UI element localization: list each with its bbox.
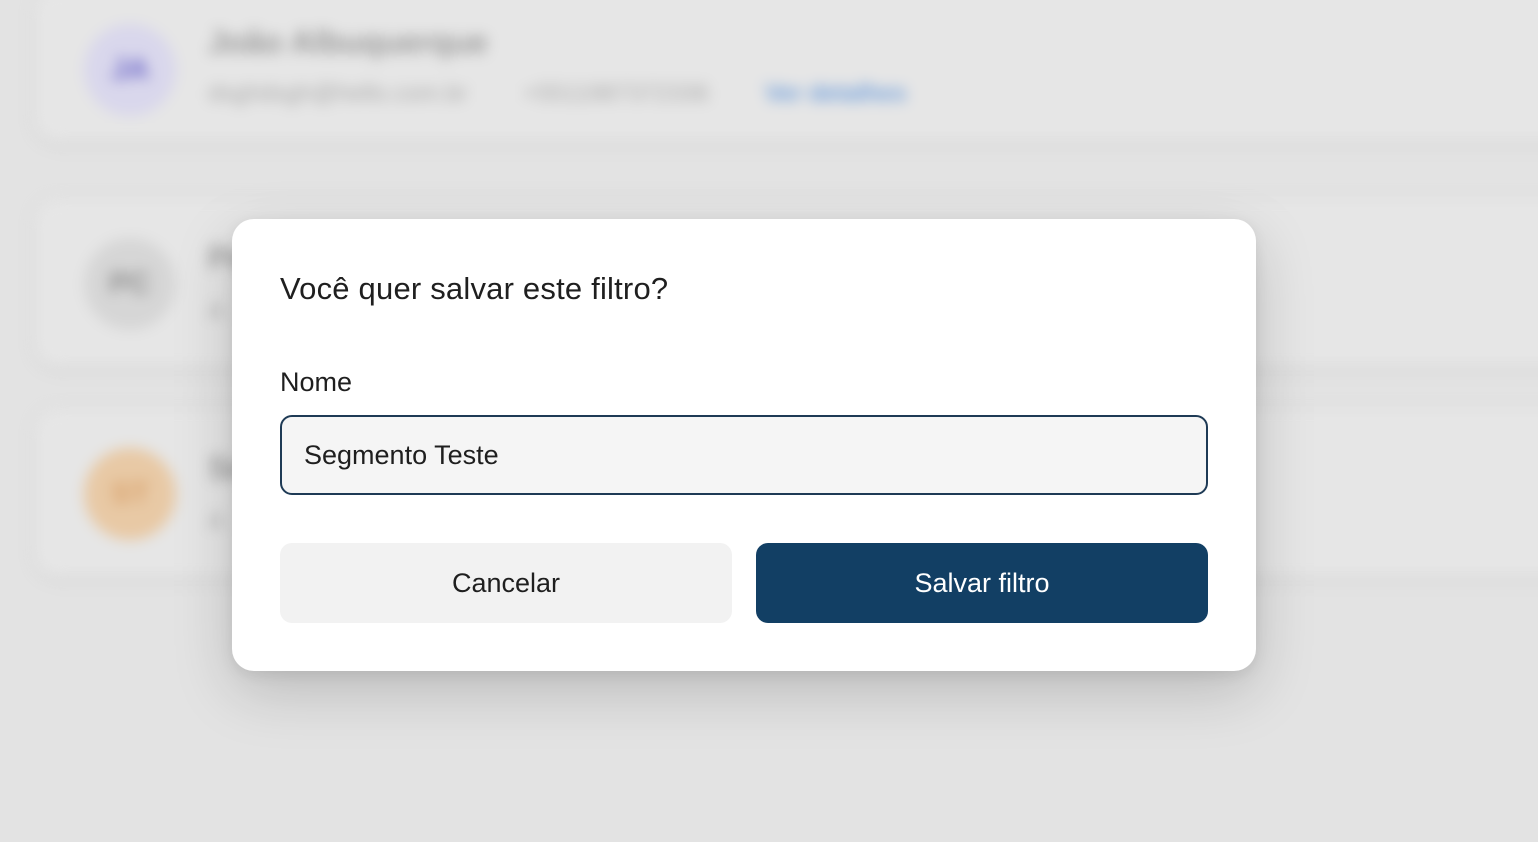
contact-email: A [208, 298, 225, 325]
contact-meta: A [208, 508, 224, 536]
avatar: PC [84, 238, 176, 330]
contact-email: dsghdsgh@hello.com.br [208, 80, 468, 107]
name-label: Nome [280, 367, 353, 397]
modal-title: Você quer salvar este filtro? [280, 271, 669, 306]
avatar: JA [84, 24, 176, 116]
cancel-button[interactable]: Cancelar [280, 543, 732, 623]
avatar: ST [84, 448, 176, 540]
save-filter-modal: Você quer salvar este filtro? Nome Cance… [232, 219, 1256, 671]
filter-name-input[interactable] [280, 415, 1208, 495]
contact-phone: +5511987372336 [523, 80, 709, 107]
contact-card: JA João Albuquerque dsghdsgh@hello.com.b… [36, 0, 1538, 140]
contact-meta: dsghdsgh@hello.com.br +5511987372336 Ver… [208, 80, 906, 108]
contact-name: João Albuquerque [208, 24, 488, 60]
save-filter-button[interactable]: Salvar filtro [756, 543, 1208, 623]
contact-email: A [208, 508, 225, 535]
details-link: Ver detalhes [764, 80, 907, 107]
contact-meta: A [208, 298, 224, 326]
